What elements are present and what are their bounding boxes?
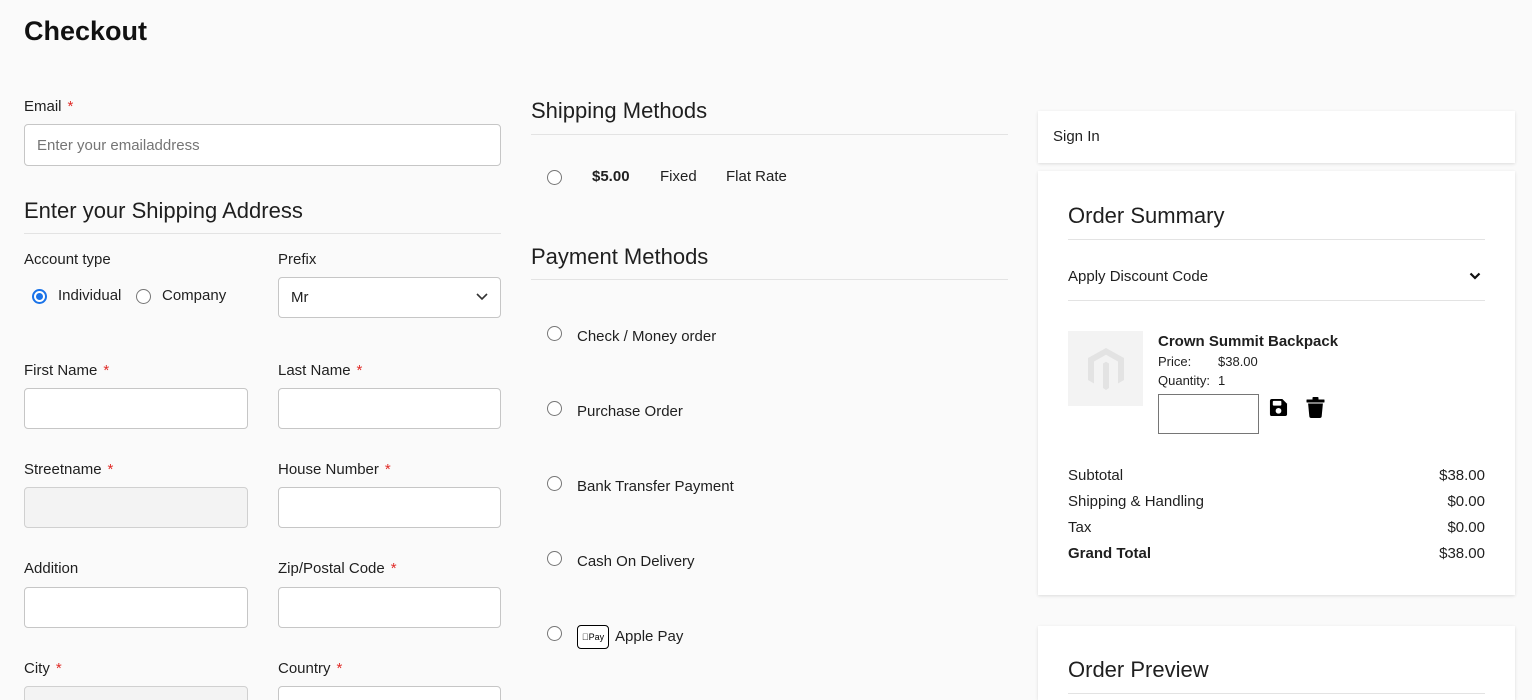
payment-label-check[interactable]: Check / Money order xyxy=(577,328,716,345)
shipping-value: $0.00 xyxy=(1447,493,1485,510)
subtotal-label: Subtotal xyxy=(1068,467,1124,484)
email-placeholder: Enter your emailaddress xyxy=(37,136,200,154)
page-title: Checkout xyxy=(24,16,148,46)
save-icon[interactable] xyxy=(1269,398,1288,417)
last-name-label: Last Name * xyxy=(278,362,363,379)
shipping-label: Shipping & Handling xyxy=(1068,493,1204,510)
payment-radio-check[interactable] xyxy=(547,326,562,341)
tax-value: $0.00 xyxy=(1447,519,1485,536)
grand-total-row: Grand Total $38.00 xyxy=(1068,545,1485,562)
tax-label: Tax xyxy=(1068,519,1092,536)
product-thumbnail xyxy=(1068,331,1143,406)
city-input[interactable] xyxy=(24,686,248,700)
payment-radio-purchase-order[interactable] xyxy=(547,401,562,416)
quantity-input[interactable] xyxy=(1158,394,1259,434)
subtotal-value: $38.00 xyxy=(1439,467,1485,484)
zip-input[interactable] xyxy=(278,587,501,628)
apple-pay-icon: Pay xyxy=(577,625,609,649)
shipping-price: $5.00 xyxy=(592,168,630,185)
magento-logo-icon xyxy=(1087,347,1124,390)
tax-row: Tax $0.00 xyxy=(1068,519,1485,536)
first-name-label: First Name * xyxy=(24,362,110,379)
country-select[interactable] xyxy=(278,686,501,700)
product-price: $38.00 xyxy=(1218,354,1258,369)
radio-company-label[interactable]: Company xyxy=(162,287,226,304)
last-name-input[interactable] xyxy=(278,388,501,429)
streetname-input[interactable] xyxy=(24,487,248,528)
order-preview-heading: Order Preview xyxy=(1068,657,1209,682)
divider xyxy=(531,279,1008,280)
addition-input[interactable] xyxy=(24,587,248,628)
email-input[interactable]: Enter your emailaddress xyxy=(24,124,501,166)
shipping-methods-heading: Shipping Methods xyxy=(531,98,708,123)
product-name: Crown Summit Backpack xyxy=(1158,333,1339,350)
grand-total-value: $38.00 xyxy=(1439,545,1485,562)
shipping-row: Shipping & Handling $0.00 xyxy=(1068,493,1485,510)
order-preview-card: Order Preview xyxy=(1038,626,1515,700)
product-qty: 1 xyxy=(1218,373,1226,388)
prefix-label: Prefix xyxy=(278,251,317,268)
discount-toggle[interactable]: Apply Discount Code xyxy=(1068,268,1208,285)
divider xyxy=(1068,693,1485,694)
first-name-input[interactable] xyxy=(24,388,248,429)
divider xyxy=(24,233,501,234)
radio-individual-label[interactable]: Individual xyxy=(58,287,121,304)
order-summary-card: Order Summary Apply Discount Code Crown … xyxy=(1038,171,1515,595)
grand-total-label: Grand Total xyxy=(1068,545,1152,562)
subtotal-row: Subtotal $38.00 xyxy=(1068,467,1485,484)
shipping-name: Flat Rate xyxy=(726,168,787,185)
payment-label-apple-pay[interactable]: Apple Pay xyxy=(615,628,683,645)
product-price-label: Price: xyxy=(1158,354,1192,369)
radio-individual[interactable] xyxy=(32,289,47,304)
city-label: City * xyxy=(24,660,62,677)
shipping-method-radio[interactable] xyxy=(547,170,562,185)
payment-methods-heading: Payment Methods xyxy=(531,244,709,269)
house-number-label: House Number * xyxy=(278,461,391,478)
addition-label: Addition xyxy=(24,560,79,577)
shipping-address-heading: Enter your Shipping Address xyxy=(24,198,303,223)
chevron-down-icon xyxy=(476,293,488,301)
divider xyxy=(1068,300,1485,301)
divider xyxy=(1068,239,1485,240)
payment-radio-apple-pay[interactable] xyxy=(547,626,562,641)
house-number-input[interactable] xyxy=(278,487,501,528)
order-summary-heading: Order Summary xyxy=(1068,203,1225,228)
payment-label-purchase-order[interactable]: Purchase Order xyxy=(577,403,683,420)
divider xyxy=(531,134,1008,135)
sign-in-link[interactable]: Sign In xyxy=(1053,128,1100,145)
shipping-type: Fixed xyxy=(660,168,697,185)
prefix-select[interactable]: Mr xyxy=(278,277,501,318)
sign-in-card: Sign In xyxy=(1038,111,1515,163)
account-type-label: Account type xyxy=(24,251,111,268)
payment-label-bank-transfer[interactable]: Bank Transfer Payment xyxy=(577,478,734,495)
payment-radio-bank-transfer[interactable] xyxy=(547,476,562,491)
product-qty-label: Quantity: xyxy=(1158,373,1211,388)
country-label: Country * xyxy=(278,660,343,677)
email-label: Email * xyxy=(24,98,74,115)
chevron-down-icon[interactable] xyxy=(1469,272,1481,281)
trash-icon[interactable] xyxy=(1306,397,1325,418)
payment-label-cod[interactable]: Cash On Delivery xyxy=(577,553,695,570)
prefix-value: Mr xyxy=(291,289,309,306)
zip-label: Zip/Postal Code * xyxy=(278,560,397,577)
radio-company[interactable] xyxy=(136,289,151,304)
payment-radio-cod[interactable] xyxy=(547,551,562,566)
streetname-label: Streetname * xyxy=(24,461,114,478)
